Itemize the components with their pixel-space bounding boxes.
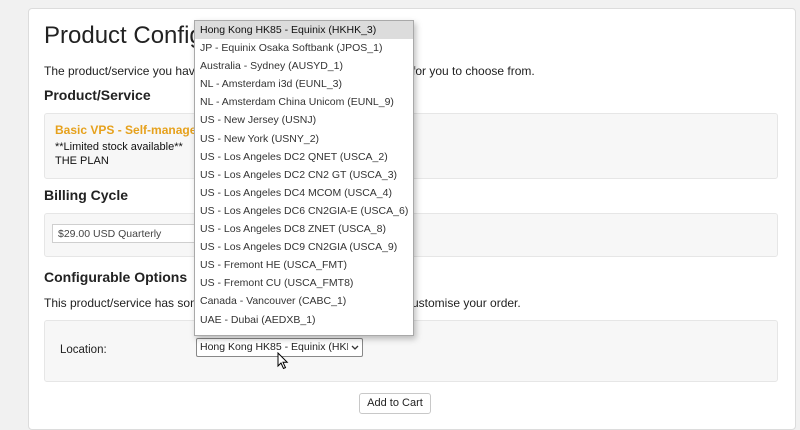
location-option[interactable]: Canada - Vancouver (CABC_1) <box>195 292 413 310</box>
location-option[interactable]: JP - Equinix Osaka Softbank (JPOS_1) <box>195 39 413 57</box>
location-option[interactable]: US - Los Angeles DC4 MCOM (USCA_4) <box>195 184 413 202</box>
plan-label: THE PLAN <box>55 155 109 167</box>
location-option[interactable]: US - New Jersey (USNJ) <box>195 111 413 129</box>
location-dropdown-list[interactable]: Hong Kong HK85 - Equinix (HKHK_3) JP - Eq… <box>194 20 414 336</box>
options-intro-text-end: ustomise your order. <box>412 296 521 310</box>
intro-text-end: for you to choose from. <box>412 64 535 78</box>
location-option[interactable]: US - Fremont CU (USCA_FMT8) <box>195 274 413 292</box>
location-select-value: Hong Kong HK85 - Equinix (HKHK_3) <box>200 341 348 353</box>
options-intro-text: This product/service has some <box>44 296 207 310</box>
location-option[interactable]: US - Los Angeles DC6 CN2GIA-E (USCA_6) <box>195 202 413 220</box>
location-option[interactable]: Australia - Sydney (AUSYD_1) <box>195 57 413 75</box>
configurable-options-heading: Configurable Options <box>44 269 188 285</box>
stock-note: **Limited stock available** <box>55 141 183 153</box>
product-service-heading: Product/Service <box>44 87 151 103</box>
add-to-cart-button[interactable]: Add to Cart <box>359 393 431 414</box>
location-option[interactable]: US - Los Angeles DC9 CN2GIA (USCA_9) <box>195 238 413 256</box>
location-option[interactable]: US - Los Angeles DC2 QNET (USCA_2) <box>195 148 413 166</box>
location-label: Location: <box>60 344 107 356</box>
billing-cycle-heading: Billing Cycle <box>44 187 129 203</box>
chevron-down-icon <box>351 339 359 356</box>
location-option[interactable]: US - Fremont HE (USCA_FMT) <box>195 256 413 274</box>
billing-cycle-select[interactable]: $29.00 USD Quarterly <box>52 224 200 243</box>
location-option[interactable]: US - Los Angeles DC2 CN2 GT (USCA_3) <box>195 166 413 184</box>
location-option[interactable]: NL - Amsterdam i3d (EUNL_3) <box>195 75 413 93</box>
location-option[interactable]: US - New York (USNY_2) <box>195 130 413 148</box>
mouse-cursor-icon <box>277 351 289 375</box>
location-option[interactable]: UAE - Dubai (AEDXB_1) <box>195 311 413 329</box>
location-option[interactable]: NL - Amsterdam China Unicom (EUNL_9) <box>195 93 413 111</box>
intro-text: The product/service you have c <box>44 64 211 78</box>
location-option[interactable]: US - Los Angeles DC8 ZNET (USCA_8) <box>195 220 413 238</box>
product-name: Basic VPS - Self-managed - <box>55 123 212 137</box>
location-option[interactable]: Hong Kong HK85 - Equinix (HKHK_3) <box>195 21 413 40</box>
